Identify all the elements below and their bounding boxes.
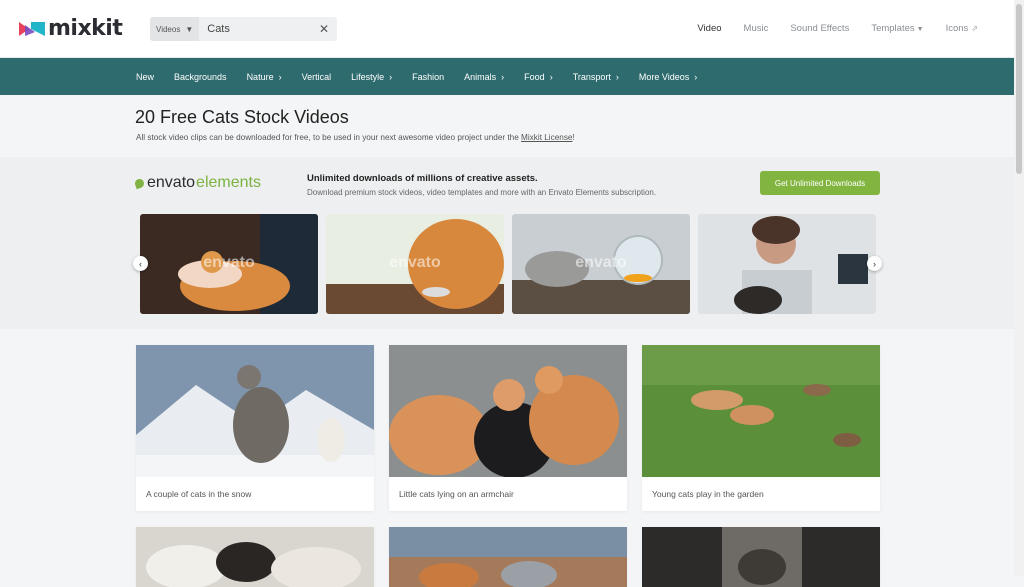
video-thumbnail	[136, 345, 374, 477]
page-title: 20 Free Cats Stock Videos	[135, 107, 349, 127]
carousel-item[interactable]: envato	[512, 214, 690, 314]
video-thumbnail-image	[642, 527, 880, 587]
video-thumbnail-image	[136, 527, 374, 587]
chevron-right-icon: ›	[278, 71, 282, 82]
video-card[interactable]	[389, 527, 627, 587]
category-label: Animals	[464, 71, 497, 82]
envato-logo-part1: envato	[147, 174, 196, 191]
mixkit-logo[interactable]: mixkit	[19, 16, 123, 41]
carousel-next-button[interactable]: ›	[867, 256, 882, 271]
category-label: Lifestyle	[351, 71, 385, 82]
category-animals[interactable]: Animals ›	[464, 72, 504, 82]
category-label: Transport	[572, 71, 611, 82]
subtitle-end: !	[572, 133, 575, 142]
category-label: Backgrounds	[174, 71, 227, 82]
carousel-prev-button[interactable]: ‹	[133, 256, 148, 271]
chevron-right-icon: ›	[389, 71, 393, 82]
video-thumbnail-image	[389, 527, 627, 587]
chevron-left-icon: ‹	[139, 258, 142, 269]
carousel-watermark: envato	[389, 254, 441, 271]
category-food[interactable]: Food ›	[524, 72, 553, 82]
page-scrollbar[interactable]	[1014, 0, 1024, 576]
nav-icons-label: Icons	[945, 23, 969, 34]
envato-headline: Unlimited downloads of millions of creat…	[307, 173, 538, 184]
clear-search-icon[interactable]: ✕	[319, 23, 329, 35]
video-card[interactable]: A couple of cats in the snow	[136, 345, 374, 511]
category-label: More Videos	[638, 71, 690, 82]
video-thumbnail	[389, 345, 627, 477]
get-unlimited-downloads-button[interactable]: Get Unlimited Downloads	[760, 171, 880, 195]
carousel-item[interactable]	[698, 214, 876, 314]
search-bar: Videos ▼ ✕	[150, 17, 337, 41]
mixkit-logo-text: mixkit	[48, 16, 123, 41]
video-card[interactable]: Little cats lying on an armchair	[389, 345, 627, 511]
category-label: Fashion	[412, 71, 445, 82]
page-subtitle: All stock video clips can be downloaded …	[136, 133, 575, 142]
video-thumbnail-image	[642, 345, 880, 477]
video-title: Young cats play in the garden	[652, 489, 764, 499]
category-vertical[interactable]: Vertical	[302, 72, 332, 82]
video-thumbnail-image	[389, 345, 627, 477]
chevron-right-icon: ›	[694, 71, 698, 82]
search-type-label: Videos	[156, 24, 181, 34]
video-card[interactable]	[642, 527, 880, 587]
license-link[interactable]: Mixkit License	[521, 133, 572, 142]
carousel-item[interactable]: envato	[140, 214, 318, 314]
scrollbar-thumb[interactable]	[1016, 4, 1022, 174]
nav-music[interactable]: Music	[744, 23, 769, 34]
envato-leaf-icon	[133, 177, 146, 189]
search-type-select[interactable]: Videos ▼	[150, 17, 200, 41]
category-new[interactable]: New	[136, 72, 154, 82]
chevron-right-icon: ›	[501, 71, 505, 82]
category-transport[interactable]: Transport ›	[573, 72, 619, 82]
category-label: New	[136, 71, 155, 82]
envato-logo-part2: elements	[196, 174, 261, 191]
top-nav: Video Music Sound Effects Templates ▼ Ico…	[697, 23, 978, 34]
category-nature[interactable]: Nature ›	[247, 72, 282, 82]
carousel-thumbnail	[698, 214, 876, 314]
category-bar: New Backgrounds Nature › Vertical Lifesty…	[0, 58, 1014, 95]
category-backgrounds[interactable]: Backgrounds	[174, 72, 227, 82]
subtitle-text: All stock video clips can be downloaded …	[136, 133, 522, 142]
carousel-watermark: envato	[203, 254, 255, 271]
nav-templates-label: Templates	[871, 23, 915, 34]
category-label: Nature	[246, 71, 274, 82]
category-label: Vertical	[301, 71, 332, 82]
site-header: mixkit Videos ▼ ✕ Video Music Sound Effe…	[0, 0, 1014, 58]
nav-video[interactable]: Video	[697, 23, 721, 34]
caret-down-icon: ▼	[916, 26, 924, 33]
video-thumbnail	[389, 527, 627, 587]
video-title: A couple of cats in the snow	[146, 489, 252, 499]
external-link-icon: ⇗	[971, 24, 978, 33]
category-label: Food	[524, 71, 545, 82]
chevron-right-icon: ›	[549, 71, 553, 82]
caret-down-icon: ▼	[185, 24, 194, 34]
nav-sound-effects[interactable]: Sound Effects	[790, 23, 849, 34]
video-card[interactable]: Young cats play in the garden	[642, 345, 880, 511]
video-card[interactable]	[136, 527, 374, 587]
chevron-right-icon: ›	[615, 71, 619, 82]
video-title: Little cats lying on an armchair	[399, 489, 514, 499]
chevron-right-icon: ›	[873, 258, 876, 269]
nav-templates[interactable]: Templates ▼	[871, 23, 923, 34]
carousel-item[interactable]: envato	[326, 214, 504, 314]
nav-icons[interactable]: Icons ⇗	[946, 23, 978, 34]
category-more-videos[interactable]: More Videos ›	[639, 72, 697, 82]
envato-elements-logo[interactable]: envato elements	[133, 174, 261, 192]
category-fashion[interactable]: Fashion	[412, 72, 444, 82]
video-thumbnail-image	[136, 345, 374, 477]
video-thumbnail	[642, 527, 880, 587]
carousel-watermark: envato	[575, 254, 627, 271]
video-thumbnail	[642, 345, 880, 477]
envato-description: Download premium stock videos, video tem…	[307, 188, 657, 197]
video-thumbnail	[136, 527, 374, 587]
category-lifestyle[interactable]: Lifestyle ›	[351, 72, 392, 82]
mixkit-logo-mark-icon	[19, 21, 45, 36]
search-input[interactable]	[199, 23, 310, 35]
